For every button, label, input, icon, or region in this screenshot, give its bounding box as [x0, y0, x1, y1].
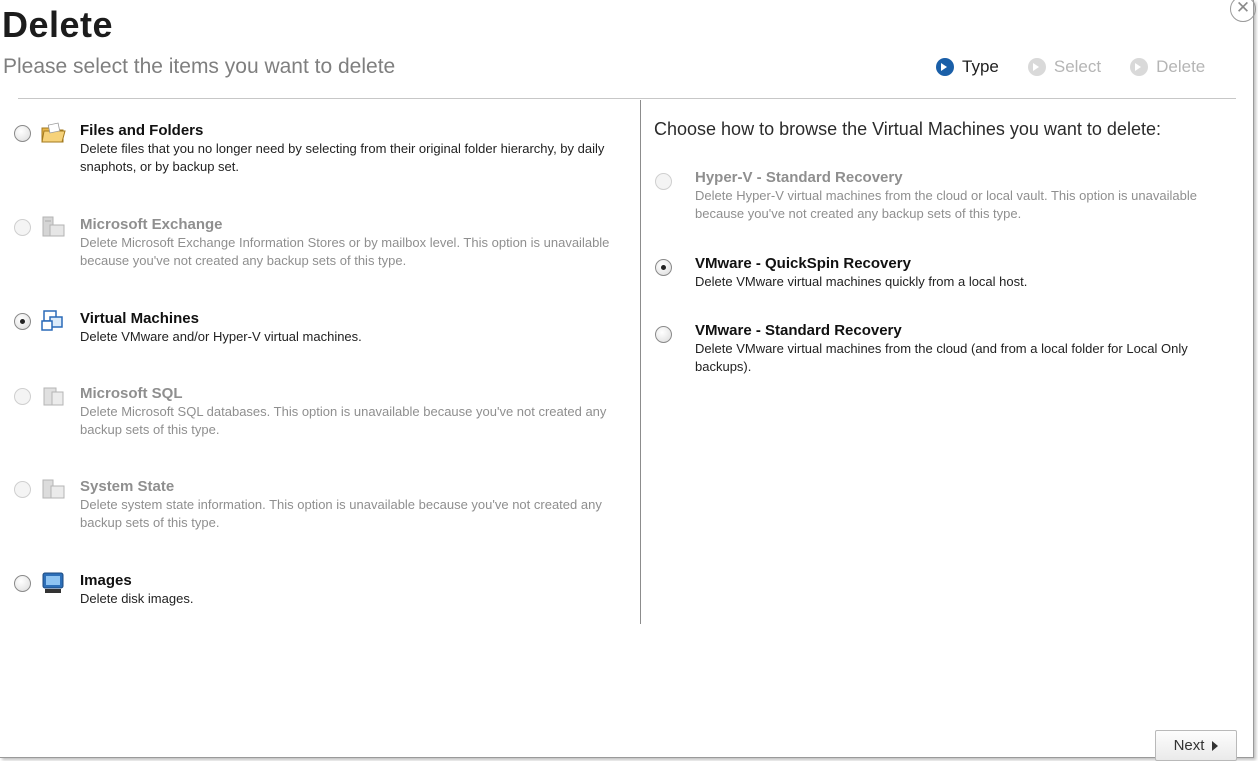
- option-description: Delete VMware and/or Hyper-V virtual mac…: [80, 329, 362, 344]
- page-subtitle: Please select the items you want to dele…: [3, 55, 396, 78]
- right-panel-heading: Choose how to browse the Virtual Machine…: [654, 119, 1161, 139]
- next-button-label: Next: [1173, 737, 1205, 754]
- option-description: Delete Microsoft SQL databases. This opt…: [80, 404, 607, 437]
- radio-vmware-quickspin-recovery[interactable]: [655, 259, 672, 276]
- option-title: Files and Folders: [80, 122, 204, 139]
- option-title: Microsoft SQL: [80, 385, 183, 402]
- radio-microsoft-exchange[interactable]: [14, 219, 31, 236]
- option-title: Microsoft Exchange: [80, 216, 223, 233]
- option-title: Hyper-V - Standard Recovery: [695, 169, 903, 186]
- option-text: Microsoft SQL Delete Microsoft SQL datab…: [80, 384, 628, 439]
- option-text: Virtual Machines Delete VMware and/or Hy…: [80, 309, 628, 346]
- step-arrow-icon: [936, 58, 954, 76]
- radio-images[interactable]: [14, 575, 31, 592]
- exchange-icon: [42, 216, 65, 237]
- step-delete: Delete: [1130, 57, 1205, 77]
- step-type: Type: [936, 57, 999, 77]
- header-divider: [18, 98, 1236, 99]
- page-title: Delete: [2, 4, 114, 45]
- close-button[interactable]: ✕: [1230, 0, 1256, 22]
- option-text: System State Delete system state informa…: [80, 477, 628, 532]
- option-title: System State: [80, 478, 175, 495]
- step-label: Type: [962, 57, 999, 76]
- option-description: Delete system state information. This op…: [80, 497, 602, 530]
- step-arrow-icon: [1130, 58, 1149, 76]
- radio-hyperv-standard-recovery[interactable]: [655, 173, 672, 190]
- disk-image-icon: [42, 572, 64, 593]
- step-select: Select: [1027, 57, 1102, 77]
- next-button[interactable]: Next: [1155, 730, 1237, 761]
- option-description: Delete files that you no longer need by …: [80, 141, 605, 174]
- delete-dialog: Delete Please select the items you want …: [0, 0, 1256, 761]
- folder-icon: [41, 122, 66, 143]
- radio-vmware-standard-recovery[interactable]: [655, 326, 672, 343]
- option-title: VMware - Standard Recovery: [695, 322, 902, 339]
- chevron-right-icon: [1212, 740, 1219, 751]
- radio-files-and-folders[interactable]: [14, 125, 31, 142]
- step-label: Delete: [1156, 57, 1206, 76]
- virtual-machines-icon: [41, 310, 63, 331]
- option-text: Images Delete disk images.: [80, 571, 628, 608]
- option-text: Files and Folders Delete files that you …: [80, 121, 628, 176]
- panel-divider: [640, 100, 641, 624]
- system-state-icon: [42, 479, 65, 499]
- option-description: Delete disk images.: [80, 591, 194, 606]
- step-arrow-icon: [1027, 58, 1046, 76]
- option-description: Delete Microsoft Exchange Information St…: [80, 235, 610, 268]
- option-description: Delete VMware virtual machines from the …: [695, 341, 1188, 374]
- option-text: Hyper-V - Standard Recovery Delete Hyper…: [695, 168, 1215, 223]
- sql-icon: [43, 387, 64, 406]
- radio-virtual-machines[interactable]: [14, 313, 31, 330]
- option-description: Delete VMware virtual machines quickly f…: [695, 274, 1028, 289]
- option-description: Delete Hyper-V virtual machines from the…: [695, 188, 1197, 221]
- step-label: Select: [1053, 57, 1102, 76]
- radio-microsoft-sql[interactable]: [14, 388, 31, 405]
- radio-system-state[interactable]: [14, 481, 31, 498]
- option-title: Virtual Machines: [80, 310, 199, 327]
- option-text: VMware - QuickSpin Recovery Delete VMwar…: [695, 254, 1215, 291]
- option-title: VMware - QuickSpin Recovery: [695, 255, 911, 272]
- option-text: VMware - Standard Recovery Delete VMware…: [695, 321, 1215, 376]
- option-title: Images: [80, 572, 132, 589]
- option-text: Microsoft Exchange Delete Microsoft Exch…: [80, 215, 628, 270]
- close-icon: ✕: [1235, 0, 1251, 17]
- wizard-steps: Type Select Delete: [936, 57, 1205, 77]
